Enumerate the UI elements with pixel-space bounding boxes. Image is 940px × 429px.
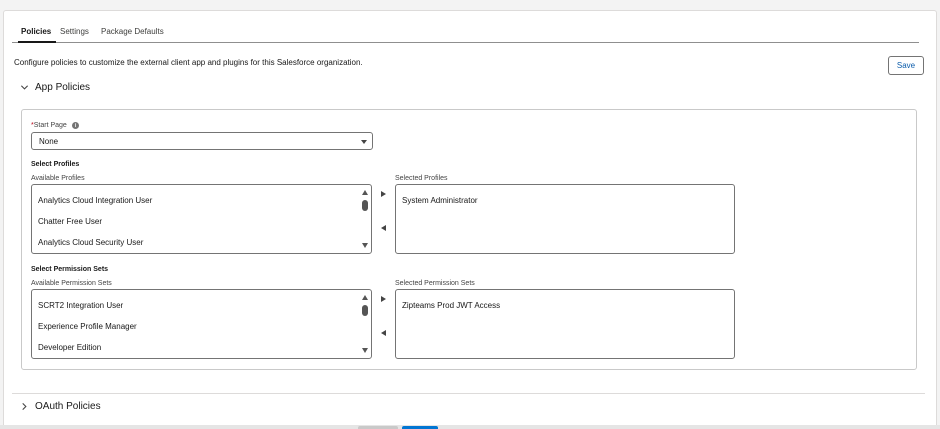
save-button[interactable]: Save — [888, 56, 924, 75]
start-page-value: None — [39, 136, 59, 146]
section-divider — [12, 393, 925, 394]
tab-bar: Policies Settings Package Defaults — [12, 16, 919, 43]
selected-permission-sets-list[interactable]: Zipteams Prod JWT Access — [395, 289, 735, 359]
tab-policies[interactable]: Policies — [21, 27, 51, 36]
chevron-down-icon — [20, 85, 29, 90]
selected-profiles-label: Selected Profiles — [395, 175, 448, 182]
available-permission-sets-label: Available Permission Sets — [31, 280, 112, 287]
move-left-icon[interactable] — [381, 225, 386, 231]
select-profiles-heading: Select Profiles — [31, 161, 80, 168]
app-policies-title: App Policies — [35, 82, 91, 93]
select-caret-icon — [361, 140, 367, 144]
available-permission-sets-list[interactable]: SCRT2 Integration User Experience Profil… — [31, 289, 372, 359]
list-item[interactable]: Analytics Cloud Security User — [38, 238, 143, 247]
oauth-policies-header[interactable]: OAuth Policies — [20, 401, 101, 412]
list-item[interactable]: Developer Edition — [38, 343, 101, 352]
list-item[interactable]: System Administrator — [402, 196, 478, 205]
info-icon[interactable]: i — [72, 122, 79, 129]
chevron-right-icon — [22, 402, 27, 411]
scroll-up-icon[interactable] — [362, 190, 368, 195]
move-right-icon[interactable] — [381, 296, 386, 302]
start-page-label: *Start Page — [31, 122, 67, 129]
move-left-icon[interactable] — [381, 330, 386, 336]
scroll-up-icon[interactable] — [362, 295, 368, 300]
selected-permission-sets-label: Selected Permission Sets — [395, 280, 475, 287]
start-page-label-text: Start Page — [33, 122, 67, 129]
scroll-thumb[interactable] — [362, 200, 368, 211]
move-right-icon[interactable] — [381, 191, 386, 197]
list-item[interactable]: SCRT2 Integration User — [38, 301, 123, 310]
available-profiles-list[interactable]: Analytics Cloud Integration User Chatter… — [31, 184, 372, 254]
profiles-scrollbar[interactable] — [360, 186, 370, 252]
permission-sets-scrollbar[interactable] — [360, 291, 370, 357]
scroll-down-icon[interactable] — [362, 243, 368, 248]
start-page-select[interactable]: None — [31, 132, 373, 150]
oauth-policies-title: OAuth Policies — [35, 401, 101, 412]
selected-profiles-list[interactable]: System Administrator — [395, 184, 735, 254]
page-description: Configure policies to customize the exte… — [14, 58, 363, 67]
select-permission-sets-heading: Select Permission Sets — [31, 266, 109, 273]
footer-bar — [0, 425, 940, 429]
scroll-down-icon[interactable] — [362, 348, 368, 353]
list-item[interactable]: Zipteams Prod JWT Access — [402, 301, 500, 310]
tab-settings[interactable]: Settings — [60, 27, 89, 36]
active-tab-indicator — [18, 41, 56, 43]
list-item[interactable]: Experience Profile Manager — [38, 322, 137, 331]
tab-package-defaults[interactable]: Package Defaults — [101, 27, 164, 36]
list-item[interactable]: Analytics Cloud Integration User — [38, 196, 152, 205]
scroll-thumb[interactable] — [362, 305, 368, 316]
available-profiles-label: Available Profiles — [31, 175, 85, 182]
list-item[interactable]: Chatter Free User — [38, 217, 102, 226]
app-policies-header[interactable]: App Policies — [20, 82, 90, 93]
